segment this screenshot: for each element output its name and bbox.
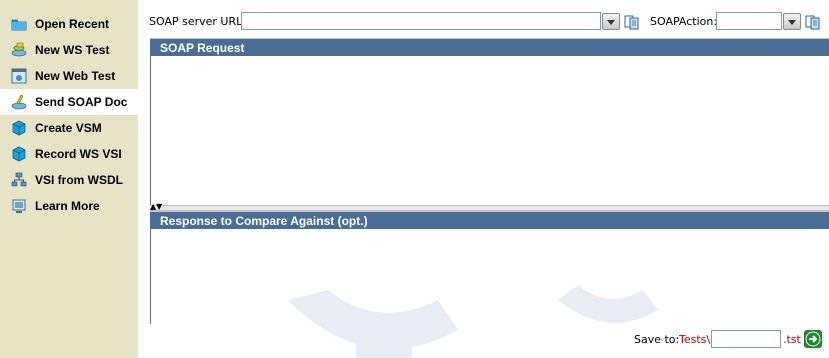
sidebar-item-send-soap-doc[interactable]: Send SOAP Doc [0,89,138,115]
sidebar-item-label: Record WS VSI [35,147,122,161]
soap-action-label: SOAPAction: [650,15,718,28]
sidebar-item-label: Send SOAP Doc [35,95,128,109]
response-editor[interactable] [150,229,829,324]
sidebar-item-create-vsm[interactable]: Create VSM [0,115,138,141]
sidebar: Open Recent New WS Test New Web Test Sen… [0,0,138,358]
network-icon [11,172,27,188]
soap-doc-icon [11,94,27,110]
main-panel: SOAP server URL: SOAPAction: SOAP Reques… [138,0,829,358]
save-extension: .tst [783,333,801,346]
sidebar-item-label: Open Recent [35,17,110,31]
save-to-label: Save to: [634,333,680,346]
folder-icon [11,16,27,32]
save-go-button[interactable] [804,330,822,348]
web-test-icon [11,68,27,84]
sidebar-item-open-recent[interactable]: Open Recent [0,11,138,37]
soap-server-url-input[interactable] [241,12,601,30]
sidebar-item-label: Learn More [35,199,100,213]
save-path-prefix: Tests\ [679,333,711,346]
sidebar-item-new-ws-test[interactable]: New WS Test [0,37,138,63]
sidebar-item-label: VSI from WSDL [35,173,124,187]
sidebar-item-record-ws-vsi[interactable]: Record WS VSI [0,141,138,167]
ws-test-icon [11,42,27,58]
action-dropdown-button[interactable] [783,13,801,30]
soap-action-input[interactable] [716,12,782,30]
action-browse-icon[interactable] [805,14,821,30]
arrow-right-icon [805,331,821,347]
soap-request-header: SOAP Request [150,38,829,56]
soap-request-editor[interactable] [150,56,829,205]
sidebar-item-new-web-test[interactable]: New Web Test [0,63,138,89]
sidebar-item-learn-more[interactable]: Learn More [0,193,138,219]
url-dropdown-button[interactable] [602,13,620,30]
cube-icon [11,120,27,136]
monitor-icon [11,198,27,214]
cube-icon [11,146,27,162]
sidebar-item-label: New WS Test [35,43,110,57]
sidebar-item-vsi-from-wsdl[interactable]: VSI from WSDL [0,167,138,193]
soap-server-url-label: SOAP server URL: [149,15,246,28]
sidebar-item-label: New Web Test [35,69,116,83]
sidebar-item-label: Create VSM [35,121,102,135]
response-header: Response to Compare Against (opt.) [150,211,829,229]
splitter-arrows-icon: ▲▼ [150,202,163,211]
save-filename-input[interactable] [711,330,781,348]
url-browse-icon[interactable] [624,14,640,30]
